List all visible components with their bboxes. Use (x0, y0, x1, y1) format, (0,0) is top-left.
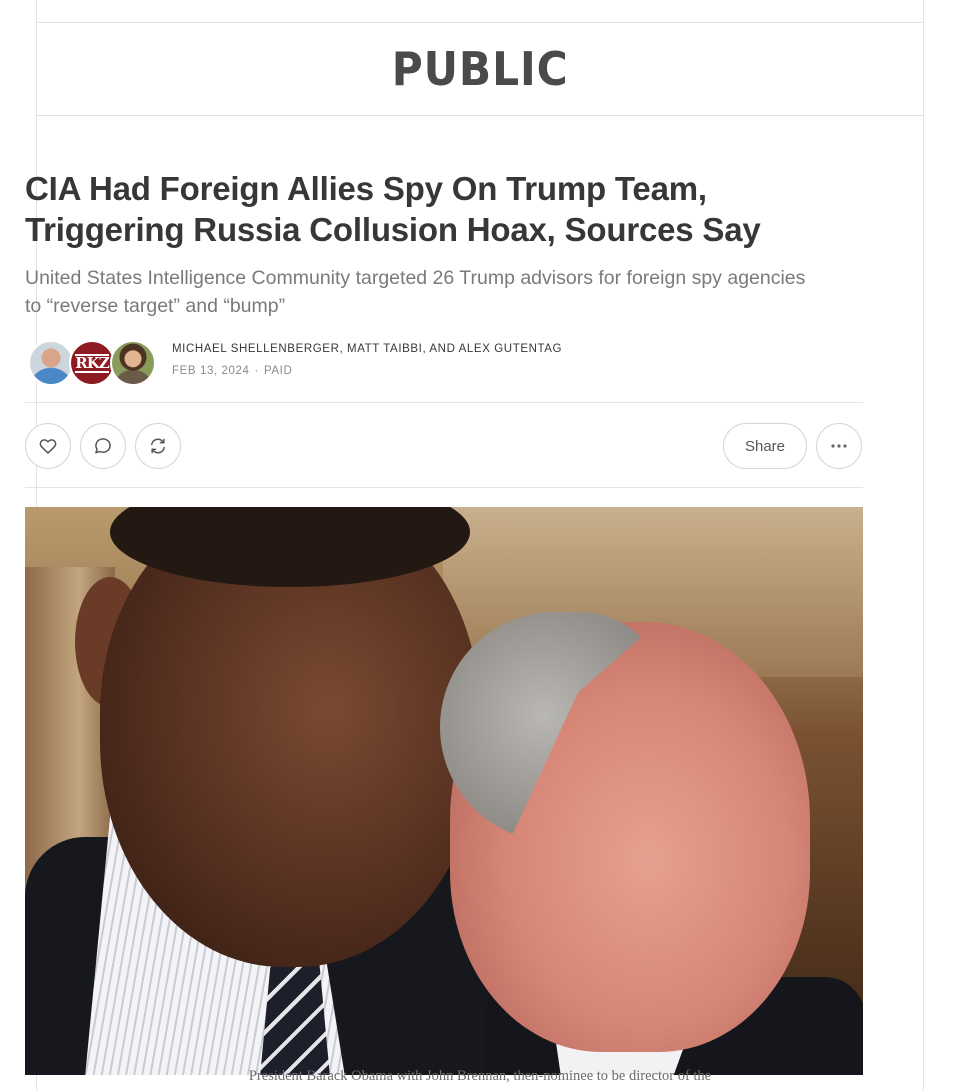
comment-button[interactable] (80, 423, 126, 469)
post-access: PAID (263, 365, 293, 377)
post-title-line2: Triggering Russia Collusion Hoax, Source… (25, 211, 761, 248)
author-names[interactable]: MICHAEL SHELLENBERGER, MATT TAIBBI, AND … (172, 343, 562, 355)
article-header: CIA Had Foreign Allies Spy On Trump Team… (25, 168, 863, 488)
more-icon (831, 444, 847, 448)
image-caption: President Barack Obama with John Brennan… (248, 1068, 712, 1084)
avatar-text: RKZ (75, 353, 110, 373)
post-image[interactable] (25, 507, 863, 1075)
divider (25, 487, 863, 488)
author-avatars[interactable]: RKZ (28, 340, 156, 388)
heart-icon (39, 439, 57, 454)
more-button[interactable] (816, 423, 862, 469)
share-button[interactable]: Share (723, 423, 807, 469)
restack-button[interactable] (135, 423, 181, 469)
avatar[interactable]: RKZ (69, 340, 115, 386)
top-strip (37, 0, 923, 23)
like-button[interactable] (25, 423, 71, 469)
post-date: FEB 13, 2024 (172, 365, 250, 377)
post-subtitle: United States Intelligence Community tar… (25, 267, 806, 317)
avatar[interactable] (28, 340, 74, 386)
post-title[interactable]: CIA Had Foreign Allies Spy On Trump Team… (25, 168, 863, 250)
post-meta: FEB 13, 2024 · PAID (172, 365, 292, 377)
post-actions: Share (25, 403, 863, 487)
meta-separator: · (254, 365, 259, 377)
byline: RKZ MICHAEL SHELLENBERGER, MATT TAIBBI, … (25, 338, 863, 390)
post-title-line1: CIA Had Foreign Allies Spy On Trump Team… (25, 170, 707, 207)
masthead: PUBLIC (37, 23, 923, 116)
comment-icon (95, 438, 111, 454)
avatar[interactable] (110, 340, 156, 386)
restack-icon (151, 438, 165, 454)
publication-logo[interactable]: PUBLIC (392, 42, 569, 96)
